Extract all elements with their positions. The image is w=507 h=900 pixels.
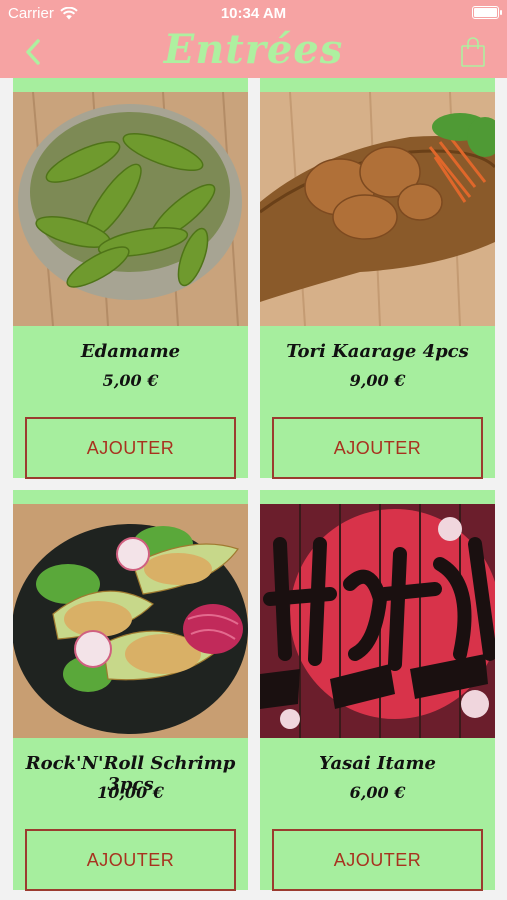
product-image-rocknroll-schrimp[interactable] bbox=[13, 504, 248, 738]
page-title: Entrées bbox=[163, 26, 344, 73]
add-to-cart-button[interactable]: AJOUTER bbox=[272, 829, 483, 891]
product-image-tori-kaarage[interactable] bbox=[260, 92, 495, 326]
product-card: Edamame 5,00 € AJOUTER bbox=[13, 78, 248, 479]
add-to-cart-button[interactable]: AJOUTER bbox=[25, 829, 236, 891]
status-bar: Carrier 10:34 AM bbox=[0, 0, 507, 26]
product-card: Rock'N'Roll Schrimp 3pcs 10,00 € AJOUTER bbox=[13, 490, 248, 891]
product-price: 6,00 € bbox=[349, 783, 406, 802]
product-name: Edamame bbox=[80, 341, 181, 362]
product-name: Tori Kaarage 4pcs bbox=[286, 341, 469, 362]
product-image-edamame[interactable] bbox=[13, 92, 248, 326]
product-price: 9,00 € bbox=[349, 371, 406, 390]
product-card: Tori Kaarage 4pcs 9,00 € AJOUTER bbox=[260, 78, 495, 479]
shopping-bag-icon[interactable] bbox=[459, 36, 487, 68]
add-to-cart-button[interactable]: AJOUTER bbox=[272, 417, 483, 479]
status-time: 10:34 AM bbox=[220, 5, 287, 22]
product-price: 10,00 € bbox=[97, 783, 164, 802]
product-price: 5,00 € bbox=[102, 371, 159, 390]
product-name: Yasai Itame bbox=[319, 753, 436, 774]
battery-icon bbox=[472, 6, 502, 19]
nav-header: Carrier 10:34 AM Entrées bbox=[0, 0, 507, 78]
product-grid: Edamame 5,00 € AJOUTER Tori Kaarage 4pcs… bbox=[0, 78, 507, 900]
product-card: Yasai Itame 6,00 € AJOUTER bbox=[260, 490, 495, 891]
add-to-cart-button[interactable]: AJOUTER bbox=[25, 417, 236, 479]
product-image-yasai-itame[interactable] bbox=[260, 504, 495, 738]
